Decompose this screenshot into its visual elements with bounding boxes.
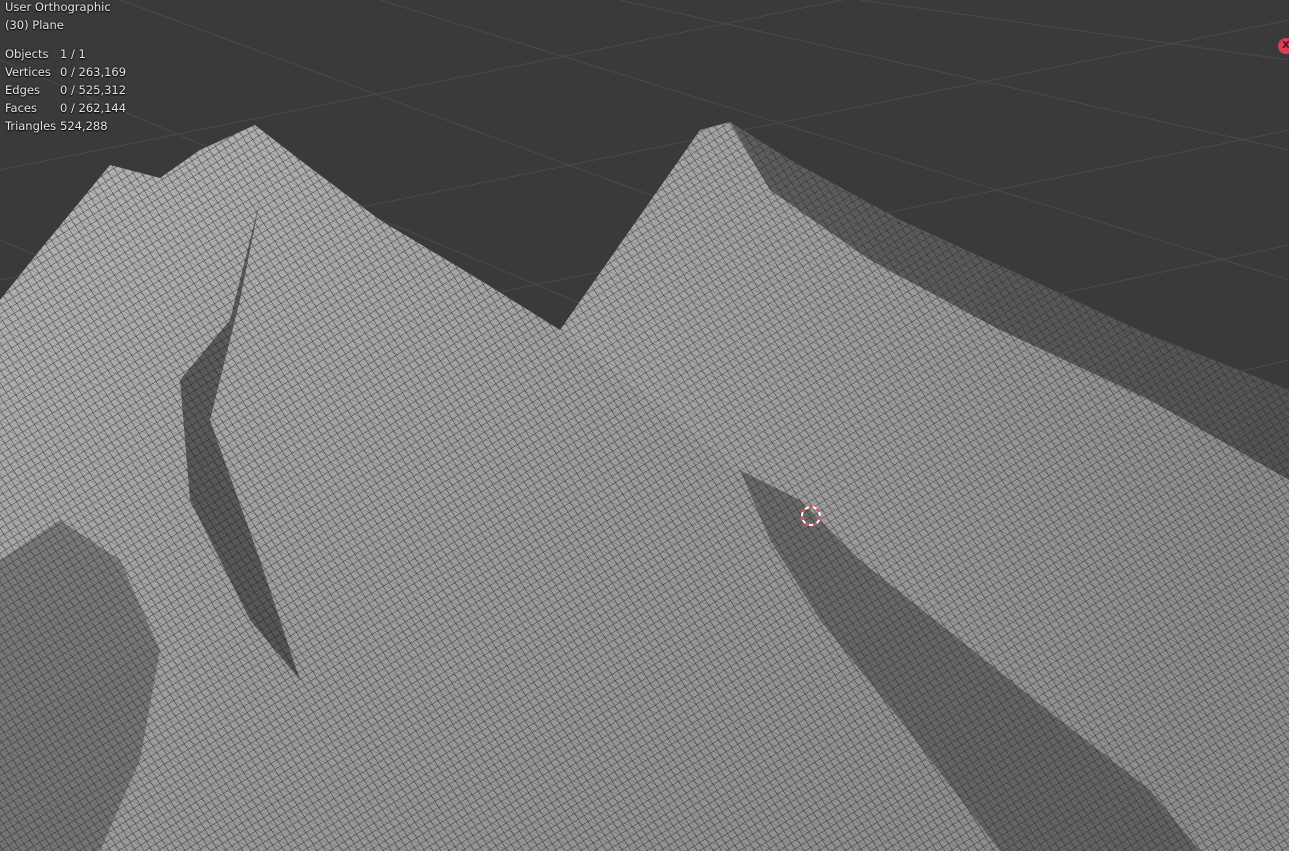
stat-row: Faces 0 / 262,144 (5, 99, 126, 117)
stat-value: 0 / 525,312 (60, 83, 127, 97)
active-object-name: (30) Plane (5, 18, 64, 32)
stat-label: Edges (5, 83, 40, 97)
stat-value: 0 / 263,169 (60, 65, 127, 79)
stat-label: Triangles (5, 119, 57, 133)
grid-line (859, 0, 1289, 61)
terrain-mesh-canvas[interactable] (0, 0, 1289, 851)
3d-viewport[interactable]: User Orthographic (30) Plane Objects 1 /… (0, 0, 1289, 851)
grid-line (0, 0, 846, 171)
stat-value: 1 / 1 (60, 47, 86, 61)
stat-row: Edges 0 / 525,312 (5, 81, 126, 99)
scene-statistics: Objects 1 / 1 Vertices 0 / 263,169 Edges… (5, 45, 126, 135)
stat-label: Objects (5, 47, 49, 61)
stat-value: 524,288 (60, 119, 108, 133)
3d-cursor-icon[interactable] (800, 505, 822, 527)
view-name: User Orthographic (5, 0, 111, 14)
stat-row: Objects 1 / 1 (5, 45, 126, 63)
stat-row: Triangles 524,288 (5, 117, 126, 135)
stat-value: 0 / 262,144 (60, 101, 127, 115)
stat-row: Vertices 0 / 263,169 (5, 63, 126, 81)
x-axis-gizmo-icon[interactable]: X (1278, 38, 1289, 54)
viewport-header: User Orthographic (30) Plane (5, 0, 111, 34)
stat-label: Faces (5, 101, 37, 115)
stat-label: Vertices (5, 65, 51, 79)
